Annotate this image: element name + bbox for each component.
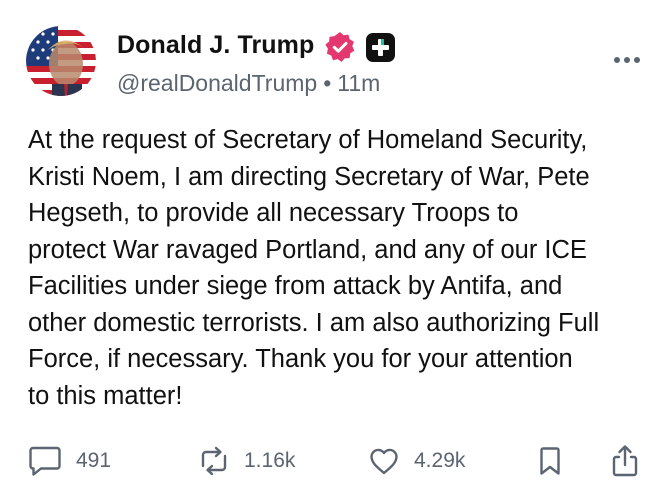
share-icon <box>610 444 640 478</box>
speech-bubble-icon <box>28 445 62 477</box>
avatar[interactable] <box>26 26 96 96</box>
bookmark-button[interactable] <box>538 444 562 478</box>
handle-row: @realDonaldTrump • 11m <box>117 70 380 97</box>
timestamp[interactable]: 11m <box>337 70 380 96</box>
retruth-count: 1.16k <box>244 449 296 472</box>
more-dots-icon[interactable] <box>612 50 642 70</box>
display-name[interactable]: Donald J. Trump <box>117 31 314 60</box>
post-text: At the request of Secretary of Homeland … <box>28 126 600 410</box>
like-button[interactable]: 4.29k <box>368 444 465 478</box>
separator: • <box>323 70 332 96</box>
like-count: 4.29k <box>414 449 466 472</box>
handle[interactable]: @realDonaldTrump <box>117 70 317 96</box>
bookmark-icon <box>538 445 562 477</box>
post-card: Donald J. Trump @realDonaldTrump • 11m At … <box>0 0 671 500</box>
reply-count: 491 <box>76 449 112 472</box>
heart-icon <box>368 446 400 476</box>
reply-button[interactable]: 491 <box>28 444 111 478</box>
retruth-button[interactable]: 1.16k <box>198 444 295 478</box>
share-button[interactable] <box>610 444 640 478</box>
verified-badge-icon <box>324 31 356 63</box>
repost-arrows-icon <box>198 445 230 477</box>
plus-badge-icon <box>366 33 395 62</box>
